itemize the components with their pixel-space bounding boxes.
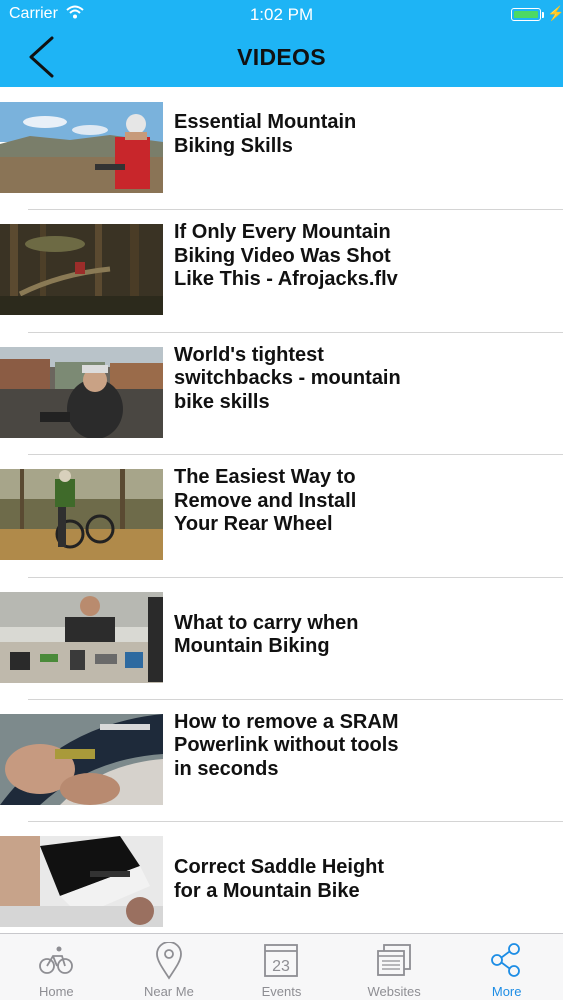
tab-near-me[interactable]: Near Me <box>113 934 226 1001</box>
video-thumbnail <box>0 346 163 438</box>
calendar-icon: 23 <box>264 944 299 977</box>
video-title: How to remove a SRAM Powerlink without to… <box>174 710 399 780</box>
video-row[interactable]: How to remove a SRAM Powerlink without to… <box>0 700 563 823</box>
video-thumbnail <box>0 836 163 928</box>
battery-tip <box>542 12 544 18</box>
video-title: World's tightest switchbacks - mountain bi… <box>174 343 401 413</box>
tab-websites[interactable]: Websites <box>338 934 451 1001</box>
status-time: 1:02 PM <box>249 5 314 24</box>
video-thumbnail <box>0 469 163 561</box>
video-title: Essential Mountain Biking Skills <box>174 111 357 157</box>
tab-home[interactable]: Home <box>0 934 113 1001</box>
page-title: VIDEOS <box>237 44 326 70</box>
video-thumbnail <box>0 102 163 193</box>
video-thumbnail <box>0 224 163 316</box>
tab-bar: Home Near Me 23 Events Websites More <box>0 933 563 1000</box>
tab-events[interactable]: 23 Events <box>225 934 338 1001</box>
tab-label: More <box>491 984 522 999</box>
video-row[interactable]: The Easiest Way to Remove and Install Your… <box>0 455 563 578</box>
video-title: Correct Saddle Height for a Mountain Bike <box>174 856 385 902</box>
video-list: Essential Mountain Biking Skills If Only … <box>0 88 563 933</box>
tab-label: Events <box>261 984 302 999</box>
video-title: The Easiest Way to Remove and Install Your… <box>174 466 357 536</box>
video-row[interactable]: Essential Mountain Biking Skills <box>0 88 563 211</box>
browser-windows-icon <box>376 944 411 976</box>
video-thumbnail <box>0 713 163 805</box>
tab-label: Home <box>38 984 74 999</box>
video-title: If Only Every Mountain Biking Video Was S… <box>174 221 398 291</box>
video-row[interactable]: If Only Every Mountain Biking Video Was S… <box>0 210 563 333</box>
video-row[interactable]: What to carry when Mountain Biking <box>0 578 563 700</box>
bicycle-icon <box>39 946 73 974</box>
battery-icon <box>511 8 541 21</box>
video-row[interactable]: World's tightest switchbacks - mountain bi… <box>0 333 563 456</box>
status-bar: Carrier 1:02 PM ⚡ <box>0 0 563 28</box>
charging-icon: ⚡ <box>547 5 563 21</box>
header-bar: Carrier 1:02 PM ⚡ VIDEOS <box>0 0 563 87</box>
share-icon <box>491 943 521 977</box>
tab-more[interactable]: More <box>450 934 563 1001</box>
tab-label: Near Me <box>143 984 194 999</box>
video-title: What to carry when Mountain Biking <box>174 611 359 658</box>
tab-label: Websites <box>367 984 421 999</box>
calendar-day: 23 <box>272 958 290 975</box>
video-thumbnail <box>0 591 163 683</box>
video-row[interactable]: Correct Saddle Height for a Mountain Bike <box>0 822 563 933</box>
map-pin-icon <box>155 942 182 980</box>
